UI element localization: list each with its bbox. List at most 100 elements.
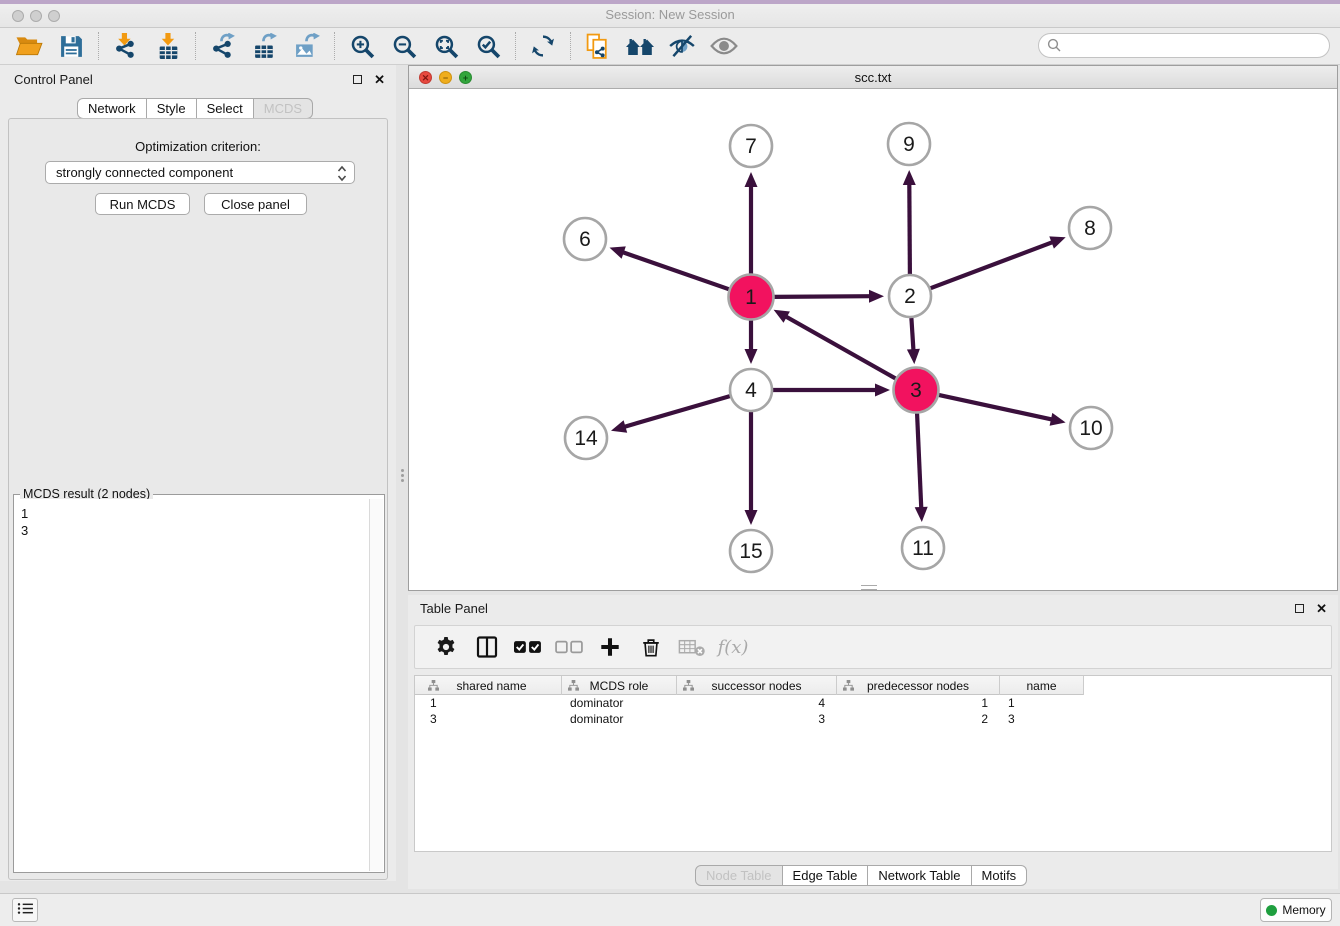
- export-image-button[interactable]: [286, 30, 328, 62]
- save-session-button[interactable]: [50, 30, 92, 62]
- run-mcds-button[interactable]: Run MCDS: [95, 193, 190, 215]
- tab-node-table[interactable]: Node Table: [695, 865, 783, 886]
- edge-4-3[interactable]: [773, 384, 890, 397]
- mcds-panel: Optimization criterion: strongly connect…: [8, 118, 388, 880]
- node-14[interactable]: 14: [565, 417, 607, 459]
- column-header-MCDS-role[interactable]: MCDS role: [562, 676, 677, 695]
- edge-1-7[interactable]: [745, 172, 758, 275]
- table-settings-button[interactable]: [429, 631, 463, 663]
- node-1[interactable]: 1: [729, 275, 774, 320]
- panel-splitter-handle[interactable]: [399, 466, 406, 484]
- column-header-shared-name[interactable]: shared name: [422, 676, 562, 695]
- mcds-result-list[interactable]: 13: [15, 499, 368, 871]
- float-icon: [1295, 604, 1304, 613]
- node-8[interactable]: 8: [1069, 207, 1111, 249]
- result-scrollbar[interactable]: [369, 499, 383, 871]
- export-table-button[interactable]: [244, 30, 286, 62]
- node-4[interactable]: 4: [730, 369, 772, 411]
- cell-shared-name[interactable]: 1: [422, 695, 562, 711]
- zoom-in-button[interactable]: [341, 30, 383, 62]
- svg-text:4: 4: [745, 379, 757, 402]
- tab-edge-table[interactable]: Edge Table: [783, 865, 869, 886]
- column-header-name[interactable]: name: [1000, 676, 1084, 695]
- table-panel: Table Panel ✕ f(x) shared nameMCDS roles…: [408, 595, 1338, 889]
- node-15[interactable]: 15: [730, 530, 772, 572]
- mcds-result-line: 1: [21, 505, 368, 522]
- edge-4-14[interactable]: [611, 396, 730, 433]
- node-10[interactable]: 10: [1070, 407, 1112, 449]
- delete-column-button[interactable]: [634, 631, 668, 663]
- node-11[interactable]: 11: [902, 527, 944, 569]
- node-2[interactable]: 2: [889, 275, 931, 317]
- edge-1-2[interactable]: [773, 290, 884, 303]
- table-row[interactable]: 1dominator411: [415, 695, 1331, 711]
- list-icon: [17, 902, 34, 918]
- search-input[interactable]: [1038, 33, 1330, 58]
- cell-predecessor-nodes[interactable]: 2: [837, 711, 1000, 727]
- edge-4-15[interactable]: [745, 412, 758, 525]
- table-row[interactable]: 3dominator323: [415, 711, 1331, 727]
- close-panel-button[interactable]: Close panel: [204, 193, 307, 215]
- table-panel-close-button[interactable]: ✕: [1313, 601, 1330, 616]
- edge-1-6[interactable]: [610, 246, 731, 289]
- new-network-from-selection-button[interactable]: [577, 30, 619, 62]
- control-panel-close-button[interactable]: ✕: [371, 72, 388, 87]
- open-file-icon: [15, 33, 44, 59]
- zoom-selected-button[interactable]: [467, 30, 509, 62]
- tab-style[interactable]: Style: [147, 98, 197, 119]
- view-splitter-handle[interactable]: [861, 585, 877, 590]
- cell-shared-name[interactable]: 3: [422, 711, 562, 727]
- tab-motifs[interactable]: Motifs: [972, 865, 1028, 886]
- cell-name[interactable]: 1: [1000, 695, 1084, 711]
- edge-2-3[interactable]: [907, 318, 920, 364]
- table-toolbar: f(x): [414, 625, 1332, 669]
- export-network-button[interactable]: [202, 30, 244, 62]
- panel-list-button[interactable]: [12, 898, 38, 922]
- deselect-all-columns-button[interactable]: [552, 631, 586, 663]
- import-table-button[interactable]: [147, 30, 189, 62]
- column-header-predecessor-nodes[interactable]: predecessor nodes: [837, 676, 1000, 695]
- edge-1-4[interactable]: [745, 319, 758, 364]
- node-6[interactable]: 6: [564, 218, 606, 260]
- edge-2-8[interactable]: [931, 236, 1066, 288]
- zoom-fit-button[interactable]: [425, 30, 467, 62]
- tab-mcds[interactable]: MCDS: [254, 98, 313, 119]
- table-panel-float-button[interactable]: [1292, 601, 1307, 616]
- split-panel-button[interactable]: [470, 631, 504, 663]
- tab-select[interactable]: Select: [197, 98, 254, 119]
- cell-MCDS-role[interactable]: dominator: [562, 711, 677, 727]
- import-network-button[interactable]: [105, 30, 147, 62]
- memory-button[interactable]: Memory: [1260, 898, 1332, 922]
- hide-selected-button[interactable]: [661, 30, 703, 62]
- show-all-button[interactable]: [703, 30, 745, 62]
- cell-successor-nodes[interactable]: 4: [677, 695, 837, 711]
- node-9[interactable]: 9: [888, 123, 930, 165]
- node-3[interactable]: 3: [894, 368, 939, 413]
- cell-name[interactable]: 3: [1000, 711, 1084, 727]
- mcds-result-box: MCDS result (2 nodes) 13: [13, 494, 385, 873]
- criterion-select[interactable]: strongly connected component: [45, 161, 355, 184]
- add-column-button[interactable]: [593, 631, 627, 663]
- function-builder-button: f(x): [716, 631, 750, 663]
- select-all-columns-button[interactable]: [511, 631, 545, 663]
- select-all-columns-icon: [514, 639, 542, 655]
- edge-2-9[interactable]: [903, 170, 916, 274]
- column-header-successor-nodes[interactable]: successor nodes: [677, 676, 837, 695]
- tab-network-table[interactable]: Network Table: [868, 865, 971, 886]
- memory-status-icon: [1266, 905, 1277, 916]
- open-file-button[interactable]: [8, 30, 50, 62]
- window-title: Session: New Session: [0, 7, 1340, 22]
- zoom-out-button[interactable]: [383, 30, 425, 62]
- network-canvas[interactable]: 7 9 6 8 1 2 4 3 14 10 15 11: [409, 89, 1337, 590]
- node-7[interactable]: 7: [730, 125, 772, 167]
- edge-3-1[interactable]: [774, 310, 897, 379]
- edge-3-10[interactable]: [938, 395, 1066, 426]
- tab-network[interactable]: Network: [77, 98, 147, 119]
- control-panel-float-button[interactable]: [350, 72, 365, 87]
- cell-predecessor-nodes[interactable]: 1: [837, 695, 1000, 711]
- edge-3-11[interactable]: [915, 412, 928, 522]
- cell-successor-nodes[interactable]: 3: [677, 711, 837, 727]
- first-neighbors-button[interactable]: [619, 30, 661, 62]
- cell-MCDS-role[interactable]: dominator: [562, 695, 677, 711]
- apply-layout-button[interactable]: [522, 30, 564, 62]
